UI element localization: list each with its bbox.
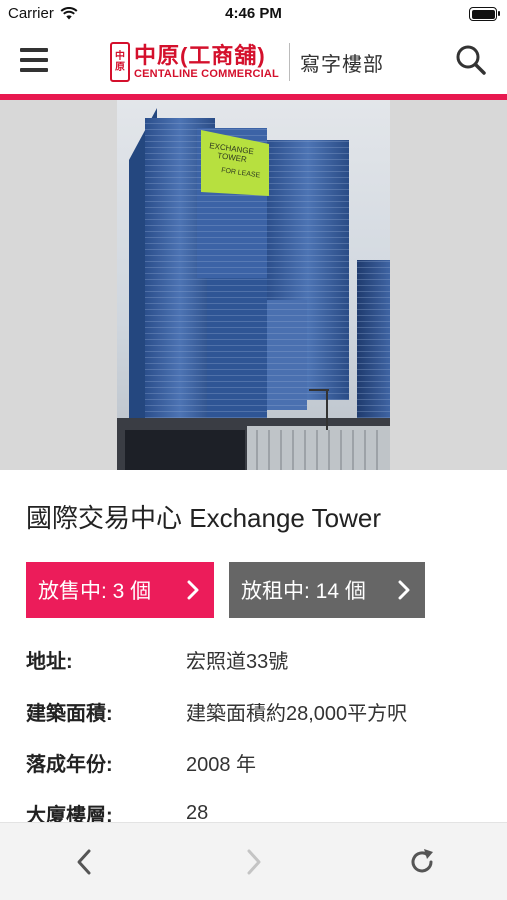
battery-level — [471, 9, 495, 19]
header: 中原 中原(工商舖) CENTALINE COMMERCIAL 寫字樓部 — [0, 28, 507, 94]
logo-english-name: CENTALINE COMMERCIAL — [134, 67, 279, 80]
detail-label: 落成年份: — [26, 753, 113, 776]
for-rent-label: 放租中: 14 個 — [241, 580, 366, 603]
detail-value: 建築面積約28,000平方呎 — [186, 702, 408, 725]
status-bar: Carrier 4:46 PM — [0, 0, 507, 28]
reload-icon[interactable] — [405, 845, 439, 879]
exchange-tower-photo[interactable]: EXCHANGE TOWER FOR LEASE — [117, 100, 390, 470]
logo-text: 中原(工商舖) CENTALINE COMMERCIAL — [134, 42, 279, 81]
chevron-right-icon — [187, 580, 199, 600]
detail-row-address: 地址: 宏照道33號 — [26, 644, 486, 674]
bottom-toolbar — [0, 822, 507, 900]
status-time: 4:46 PM — [225, 5, 282, 22]
for-sale-button[interactable]: 放售中: 3 個 — [26, 562, 214, 618]
detail-label: 建築面積: — [26, 702, 113, 725]
detail-row-area: 建築面積: 建築面積約28,000平方呎 — [26, 696, 486, 726]
logo-seal-icon: 中原 — [110, 42, 130, 82]
for-sale-label: 放售中: 3 個 — [38, 580, 152, 603]
centaline-logo[interactable]: 中原 中原(工商舖) CENTALINE COMMERCIAL 寫字樓部 — [110, 40, 384, 84]
for-rent-button[interactable]: 放租中: 14 個 — [229, 562, 425, 618]
search-icon[interactable] — [455, 44, 487, 76]
detail-value: 2008 年 — [186, 753, 257, 776]
chevron-right-icon[interactable] — [236, 845, 270, 879]
section-title: 寫字樓部 — [299, 53, 384, 76]
detail-label: 地址: — [26, 650, 73, 673]
building-title: 國際交易中心 Exchange Tower — [26, 503, 381, 533]
chevron-right-icon — [398, 580, 410, 600]
chevron-left-icon[interactable] — [68, 845, 102, 879]
logo-divider — [288, 43, 290, 81]
detail-row-year: 落成年份: 2008 年 — [26, 747, 486, 777]
battery-icon — [469, 7, 500, 21]
hamburger-menu-icon[interactable] — [20, 48, 48, 72]
detail-value: 宏照道33號 — [186, 650, 289, 673]
hero-image-area: EXCHANGE TOWER FOR LEASE — [0, 100, 507, 470]
logo-chinese-name: 中原(工商舖) — [134, 42, 266, 68]
building-illustration: EXCHANGE TOWER FOR LEASE — [117, 108, 390, 470]
